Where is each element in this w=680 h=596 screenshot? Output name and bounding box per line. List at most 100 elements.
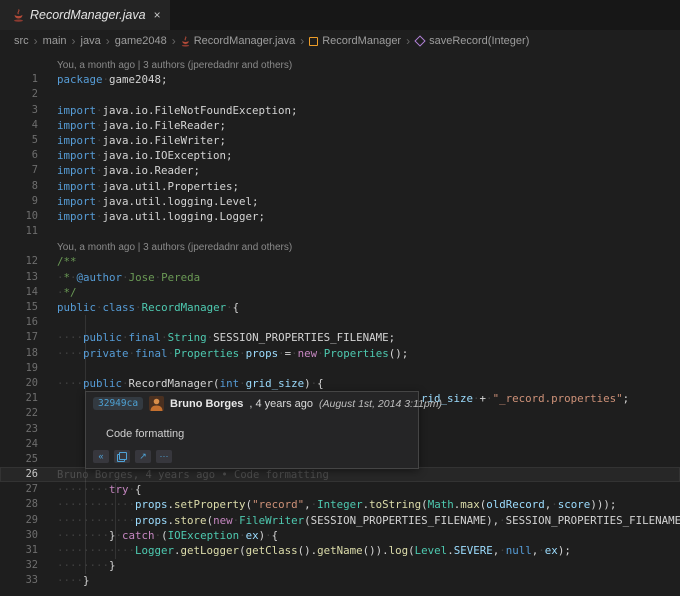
code-line-15[interactable]: 15public·class·RecordManager·{ — [0, 300, 680, 315]
breadcrumb-item-java[interactable]: java — [81, 35, 101, 47]
code-token: Level — [415, 544, 448, 557]
code-token: String — [168, 331, 207, 344]
code-token: ); — [558, 544, 571, 557]
code-line-12[interactable]: 12/** — [0, 254, 680, 269]
line-number[interactable]: 29 — [0, 513, 38, 528]
code-line-26[interactable]: 26Bruno Borges, 4 years ago • Code forma… — [0, 467, 680, 482]
code-line-1[interactable]: 1package·game2048; — [0, 72, 680, 87]
line-number[interactable]: 23 — [0, 422, 38, 437]
line-number[interactable]: 3 — [0, 103, 38, 118]
line-number[interactable]: 19 — [0, 361, 38, 376]
line-number[interactable]: 14 — [0, 285, 38, 300]
line-number[interactable]: 31 — [0, 543, 38, 558]
breadcrumb-item-game2048[interactable]: game2048 — [115, 35, 167, 47]
code-token: ···· — [57, 331, 83, 344]
code-line-5[interactable]: 5import·java.io.FileWriter; — [0, 133, 680, 148]
line-number[interactable]: 6 — [0, 148, 38, 163]
copy-sha-button[interactable] — [114, 450, 130, 463]
code-line-3[interactable]: 3import·java.io.FileNotFoundException; — [0, 103, 680, 118]
line-number[interactable]: 21 — [0, 391, 38, 406]
code-line-2[interactable]: 2 — [0, 87, 680, 102]
codelens-row[interactable]: You, a month ago | 3 authors (jperedadnr… — [0, 57, 680, 72]
blame-popup-actions: « ↗ ··· — [93, 450, 172, 463]
code-line-4[interactable]: 4import·java.io.FileReader; — [0, 118, 680, 133]
line-number[interactable]: 22 — [0, 406, 38, 421]
open-remote-button[interactable]: ↗ — [135, 450, 151, 463]
line-number[interactable]: 33 — [0, 573, 38, 588]
code-text — [38, 422, 57, 437]
code-token: Pereda — [161, 271, 200, 284]
line-number[interactable]: 11 — [0, 224, 38, 239]
line-number[interactable]: 20 — [0, 376, 38, 391]
code-line-6[interactable]: 6import·java.io.IOException; — [0, 148, 680, 163]
code-token: Jose — [129, 271, 155, 284]
code-line-29[interactable]: 29············props.store(new·FileWriter… — [0, 513, 680, 528]
code-line-11[interactable]: 11 — [0, 224, 680, 239]
code-text — [38, 87, 57, 102]
editor-pane[interactable]: You, a month ago | 3 authors (jperedadnr… — [0, 52, 680, 596]
code-line-27[interactable]: 27········try·{ — [0, 482, 680, 497]
line-number[interactable]: 8 — [0, 179, 38, 194]
code-line-13[interactable]: 13·*·@author·Jose·Pereda — [0, 270, 680, 285]
code-line-14[interactable]: 14·*/ — [0, 285, 680, 300]
breadcrumb-item-src[interactable]: src — [14, 35, 29, 47]
code-token: getLogger — [181, 544, 240, 557]
line-number[interactable]: 24 — [0, 437, 38, 452]
code-text: import·java.util.logging.Logger; — [38, 209, 265, 224]
code-token: java.util.logging.Level; — [103, 195, 259, 208]
code-token: props — [135, 514, 168, 527]
line-number[interactable]: 5 — [0, 133, 38, 148]
line-number[interactable]: 9 — [0, 194, 38, 209]
code-token: props — [135, 498, 168, 511]
line-number[interactable]: 26 — [0, 467, 38, 482]
commit-sha-chip[interactable]: 32949ca — [93, 397, 143, 410]
line-number[interactable]: 25 — [0, 452, 38, 467]
code-line-16[interactable]: 16 — [0, 315, 680, 330]
line-number[interactable]: 28 — [0, 497, 38, 512]
code-token: ········ — [57, 483, 109, 496]
line-number[interactable]: 10 — [0, 209, 38, 224]
code-line-30[interactable]: 30········}·catch·(IOException·ex)·{ — [0, 528, 680, 543]
breadcrumb-item-saverecord-integer-[interactable]: saveRecord(Integer) — [415, 35, 529, 47]
breadcrumb-item-recordmanager-java[interactable]: RecordManager.java — [181, 35, 296, 47]
breadcrumb-item-main[interactable]: main — [43, 35, 67, 47]
code-line-19[interactable]: 19 — [0, 361, 680, 376]
code-line-31[interactable]: 31············Logger.getLogger(getClass(… — [0, 543, 680, 558]
close-icon[interactable]: × — [152, 8, 163, 22]
code-line-17[interactable]: 17····public·final·String·SESSION_PROPER… — [0, 330, 680, 345]
line-number[interactable]: 13 — [0, 270, 38, 285]
breadcrumb-item-recordmanager[interactable]: RecordManager — [309, 35, 401, 47]
line-number[interactable]: 32 — [0, 558, 38, 573]
line-number[interactable]: 12 — [0, 254, 38, 269]
line-number[interactable]: 4 — [0, 118, 38, 133]
codelens-row[interactable]: You, a month ago | 3 authors (jperedadnr… — [0, 239, 680, 254]
code-line-8[interactable]: 8import·java.util.Properties; — [0, 179, 680, 194]
line-number[interactable]: 18 — [0, 346, 38, 361]
line-number[interactable]: 1 — [0, 72, 38, 87]
code-line-20[interactable]: 20····public·RecordManager(int·grid_size… — [0, 376, 680, 391]
more-actions-button[interactable]: ··· — [156, 450, 172, 463]
line-number[interactable] — [0, 239, 38, 254]
line-number[interactable]: 2 — [0, 87, 38, 102]
line-number[interactable]: 16 — [0, 315, 38, 330]
code-token: getClass — [246, 544, 298, 557]
code-line-33[interactable]: 33····} — [0, 573, 680, 588]
code-token: score — [558, 498, 591, 511]
code-line-18[interactable]: 18····private·final·Properties·props·=·n… — [0, 346, 680, 361]
line-number[interactable]: 27 — [0, 482, 38, 497]
codelens-authors-label[interactable]: You, a month ago | 3 authors (jperedadnr… — [57, 242, 292, 253]
line-number[interactable]: 15 — [0, 300, 38, 315]
code-text — [38, 452, 57, 467]
line-number[interactable]: 7 — [0, 163, 38, 178]
line-number[interactable] — [0, 57, 38, 72]
open-changes-button[interactable]: « — [93, 450, 109, 463]
codelens-authors-label[interactable]: You, a month ago | 3 authors (jperedadnr… — [57, 60, 292, 71]
line-number[interactable]: 17 — [0, 330, 38, 345]
code-line-7[interactable]: 7import·java.io.Reader; — [0, 163, 680, 178]
code-line-10[interactable]: 10import·java.util.logging.Logger; — [0, 209, 680, 224]
code-line-28[interactable]: 28············props.setProperty("record"… — [0, 497, 680, 512]
code-line-9[interactable]: 9import·java.util.logging.Level; — [0, 194, 680, 209]
line-number[interactable]: 30 — [0, 528, 38, 543]
tab-recordmanager-java[interactable]: RecordManager.java × — [0, 0, 170, 30]
code-line-32[interactable]: 32········} — [0, 558, 680, 573]
